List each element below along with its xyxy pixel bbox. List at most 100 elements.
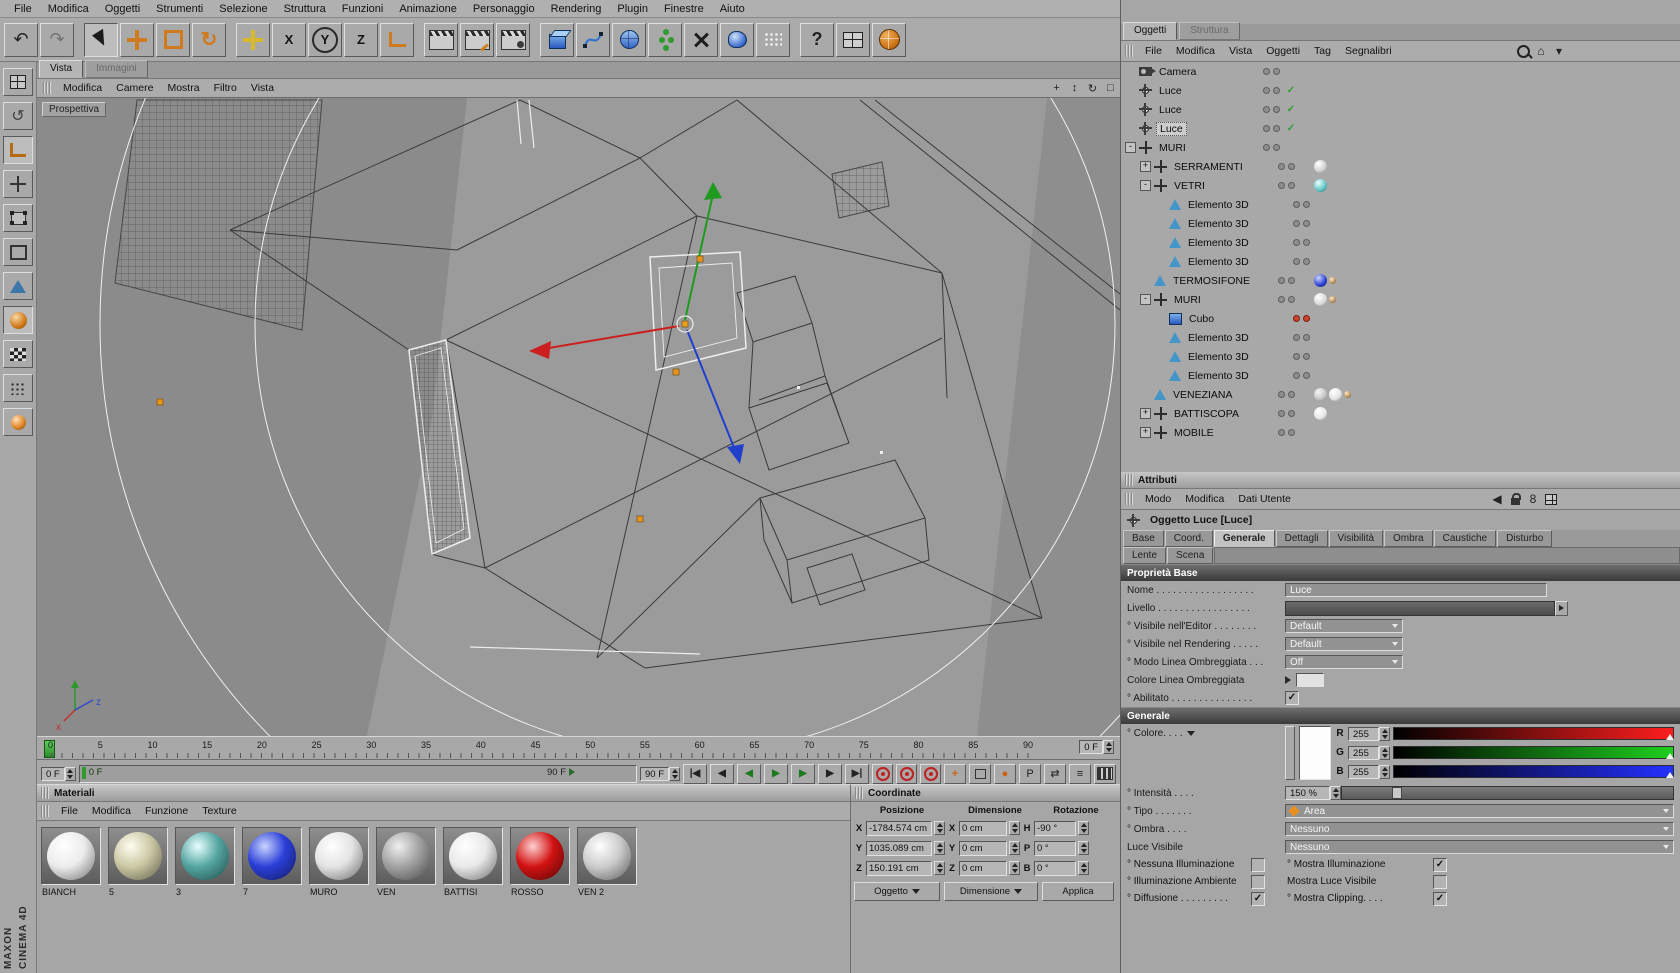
visibility-dots[interactable] [1289, 201, 1313, 208]
lock-y-icon[interactable]: Y [308, 23, 342, 57]
tab-caustiche[interactable]: Caustiche [1434, 530, 1496, 547]
tab-lente[interactable]: Lente [1123, 547, 1166, 564]
material-tag[interactable] [1314, 160, 1327, 173]
menu-strumenti[interactable]: Strumenti [148, 0, 211, 18]
tab-vista[interactable]: Vista [39, 60, 83, 78]
tab-scena[interactable]: Scena [1167, 547, 1213, 564]
menu-aiuto[interactable]: Aiuto [712, 0, 753, 18]
material-tag[interactable] [1329, 388, 1342, 401]
tree-row-luce[interactable]: Luce✓ [1121, 119, 1680, 138]
end-frame-stepper[interactable] [669, 767, 680, 781]
minimize-icon[interactable]: ▾ [1550, 43, 1568, 59]
vp-menu-camere[interactable]: Camere [109, 82, 160, 94]
prev-frame-button[interactable]: ◀ [737, 764, 761, 784]
visibility-dots[interactable] [1289, 220, 1313, 227]
menu-selezione[interactable]: Selezione [211, 0, 275, 18]
panel-grip[interactable] [41, 805, 50, 817]
undo-icon[interactable]: ↶ [4, 23, 38, 57]
visibility-dots[interactable] [1259, 87, 1283, 94]
material-item[interactable]: BATTISI [443, 827, 505, 897]
rot-h-field[interactable] [1034, 821, 1076, 836]
expander-icon[interactable]: + [1140, 427, 1151, 438]
b-gradient-slider[interactable] [1393, 765, 1674, 778]
visibility-dots[interactable] [1289, 353, 1313, 360]
illuminazione-ambiente-checkbox[interactable] [1251, 875, 1265, 889]
rot-p-field[interactable] [1034, 841, 1076, 856]
material-tag[interactable] [1314, 179, 1327, 192]
edges-mode-icon[interactable] [3, 238, 33, 266]
material-item[interactable]: BIANCH [41, 827, 103, 897]
material-item[interactable]: 7 [242, 827, 304, 897]
tree-row-mobile[interactable]: +MOBILE [1121, 423, 1680, 442]
om-menu-file[interactable]: File [1138, 45, 1169, 57]
visibility-dots[interactable] [1274, 410, 1298, 417]
om-menu-modifica[interactable]: Modifica [1169, 45, 1222, 57]
texture-mode-icon[interactable] [3, 306, 33, 334]
applica-button[interactable]: Applica [1042, 882, 1114, 901]
om-menu-tag[interactable]: Tag [1307, 45, 1338, 57]
mat-menu-file[interactable]: File [54, 805, 85, 817]
tree-row-battiscopa[interactable]: +BATTISCOPA [1121, 404, 1680, 423]
expander-icon[interactable]: + [1140, 161, 1151, 172]
tab-base[interactable]: Base [1123, 530, 1164, 547]
dim-x-stepper[interactable] [1009, 821, 1020, 835]
smoothing-tag[interactable] [1329, 296, 1336, 303]
view-mode-label[interactable]: Prospettiva [42, 102, 106, 117]
add-cube-icon[interactable] [540, 23, 574, 57]
lock-z-icon[interactable]: Z [344, 23, 378, 57]
material-item[interactable]: ROSSO [510, 827, 572, 897]
dim-z-field[interactable] [959, 861, 1007, 876]
material-item[interactable]: 5 [108, 827, 170, 897]
tipo-dropdown[interactable]: Area [1285, 804, 1674, 818]
selection-mask-icon[interactable] [3, 374, 33, 402]
tree-row-elemento[interactable]: Elemento 3D [1121, 233, 1680, 252]
visibility-dots[interactable] [1259, 125, 1283, 132]
add-spline-icon[interactable] [576, 23, 610, 57]
vp-menu-filtro[interactable]: Filtro [207, 82, 244, 94]
film-icon[interactable] [1094, 764, 1116, 784]
material-tag[interactable] [1314, 407, 1327, 420]
tree-row-serramenti[interactable]: +SERRAMENTI [1121, 157, 1680, 176]
add-hypernurbs-icon[interactable] [612, 23, 646, 57]
pos-z-stepper[interactable] [934, 861, 945, 875]
panel-grip[interactable] [1125, 45, 1134, 57]
smoothing-tag[interactable] [1344, 391, 1351, 398]
pos-y-stepper[interactable] [934, 841, 945, 855]
rot-b-stepper[interactable] [1078, 861, 1089, 875]
visibility-dots[interactable] [1289, 372, 1313, 379]
axis-move-icon[interactable] [236, 23, 270, 57]
materials-titlebar[interactable]: Materiali [37, 785, 850, 802]
help-icon[interactable]: ? [800, 23, 834, 57]
globe-icon[interactable] [872, 23, 906, 57]
play-button[interactable]: ▶ [764, 764, 788, 784]
tree-row-camera[interactable]: Camera [1121, 62, 1680, 81]
move-view-icon[interactable]: + [1048, 81, 1065, 96]
pos-z-field[interactable] [866, 861, 932, 876]
visibility-dots[interactable] [1274, 277, 1298, 284]
record-key-icon[interactable]: ● [994, 764, 1016, 784]
tree-row-elemento[interactable]: Elemento 3D [1121, 214, 1680, 233]
visibility-dots[interactable] [1289, 258, 1313, 265]
dim-y-field[interactable] [959, 841, 1007, 856]
render-region-icon[interactable] [460, 23, 494, 57]
tree-row-luce[interactable]: Luce✓ [1121, 100, 1680, 119]
ruler-frame-field[interactable]: 0 F [1079, 739, 1114, 755]
r-value-field[interactable]: 255 [1348, 726, 1390, 742]
nome-field[interactable]: Luce [1285, 583, 1547, 597]
record-rotation-icon[interactable] [920, 764, 941, 784]
timeline-ruler[interactable]: 051015202530354045505560657075808590 0 F [37, 736, 1120, 760]
panel-grip[interactable] [1125, 474, 1134, 486]
mostra-luce-visibile-checkbox[interactable] [1433, 875, 1447, 889]
attr-menu-modifica[interactable]: Modifica [1178, 493, 1231, 505]
record-scale-icon[interactable] [896, 764, 917, 784]
add-array-icon[interactable] [648, 23, 682, 57]
dim-z-stepper[interactable] [1009, 861, 1020, 875]
attr-menu-dati-utente[interactable]: Dati Utente [1231, 493, 1298, 505]
render-view-icon[interactable] [424, 23, 458, 57]
visibile-rendering-dropdown[interactable]: Default [1285, 637, 1403, 651]
add-particles-icon[interactable] [756, 23, 790, 57]
live-selection-icon[interactable] [84, 23, 118, 57]
pos-y-field[interactable] [866, 841, 932, 856]
tab-immagini[interactable]: Immagini [85, 60, 148, 78]
mostra-illuminazione-checkbox[interactable]: ✓ [1433, 858, 1447, 872]
